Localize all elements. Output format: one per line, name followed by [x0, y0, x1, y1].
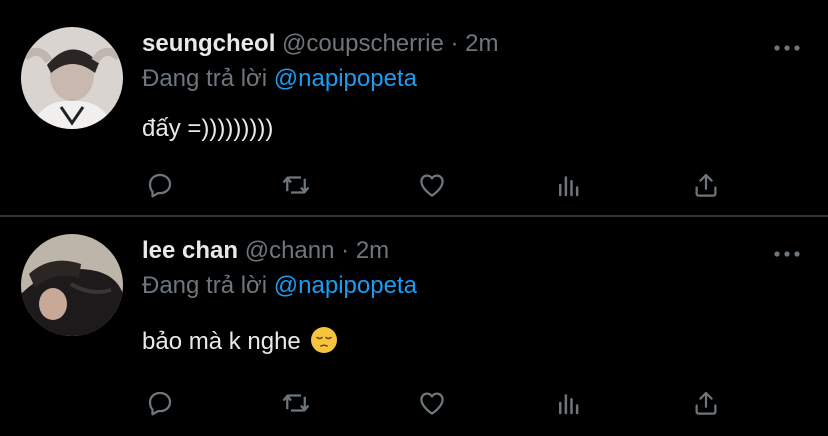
user-handle[interactable]: @chann	[245, 237, 335, 264]
separator-dot: ·	[341, 237, 350, 264]
timestamp[interactable]: 2m	[356, 237, 389, 264]
display-name[interactable]: lee chan	[142, 237, 238, 264]
tweet-header: lee chan @chann · 2m	[142, 236, 389, 266]
retweet-icon[interactable]	[278, 386, 314, 420]
pensive-face-emoji	[311, 327, 338, 353]
like-icon[interactable]	[414, 386, 450, 420]
analytics-icon[interactable]	[551, 386, 587, 420]
tweet-text: bảo mà k nghe	[142, 328, 301, 355]
more-options-icon[interactable]	[773, 246, 801, 257]
avatar-lee-chan[interactable]	[21, 234, 123, 336]
share-icon[interactable]	[688, 386, 724, 420]
replying-prefix: Đang trả lời	[142, 272, 268, 299]
avatar-photo	[21, 234, 123, 336]
mention-link[interactable]: @napipopeta	[274, 272, 417, 299]
tweet-text-container: bảo mà k nghe	[142, 327, 338, 357]
replying-to: Đang trả lời @napipopeta	[142, 271, 417, 301]
reply-icon[interactable]	[142, 386, 178, 420]
tweet-2[interactable]: lee chan @chann · 2m Đang trả lời @napip…	[0, 0, 828, 436]
action-bar	[140, 386, 740, 420]
